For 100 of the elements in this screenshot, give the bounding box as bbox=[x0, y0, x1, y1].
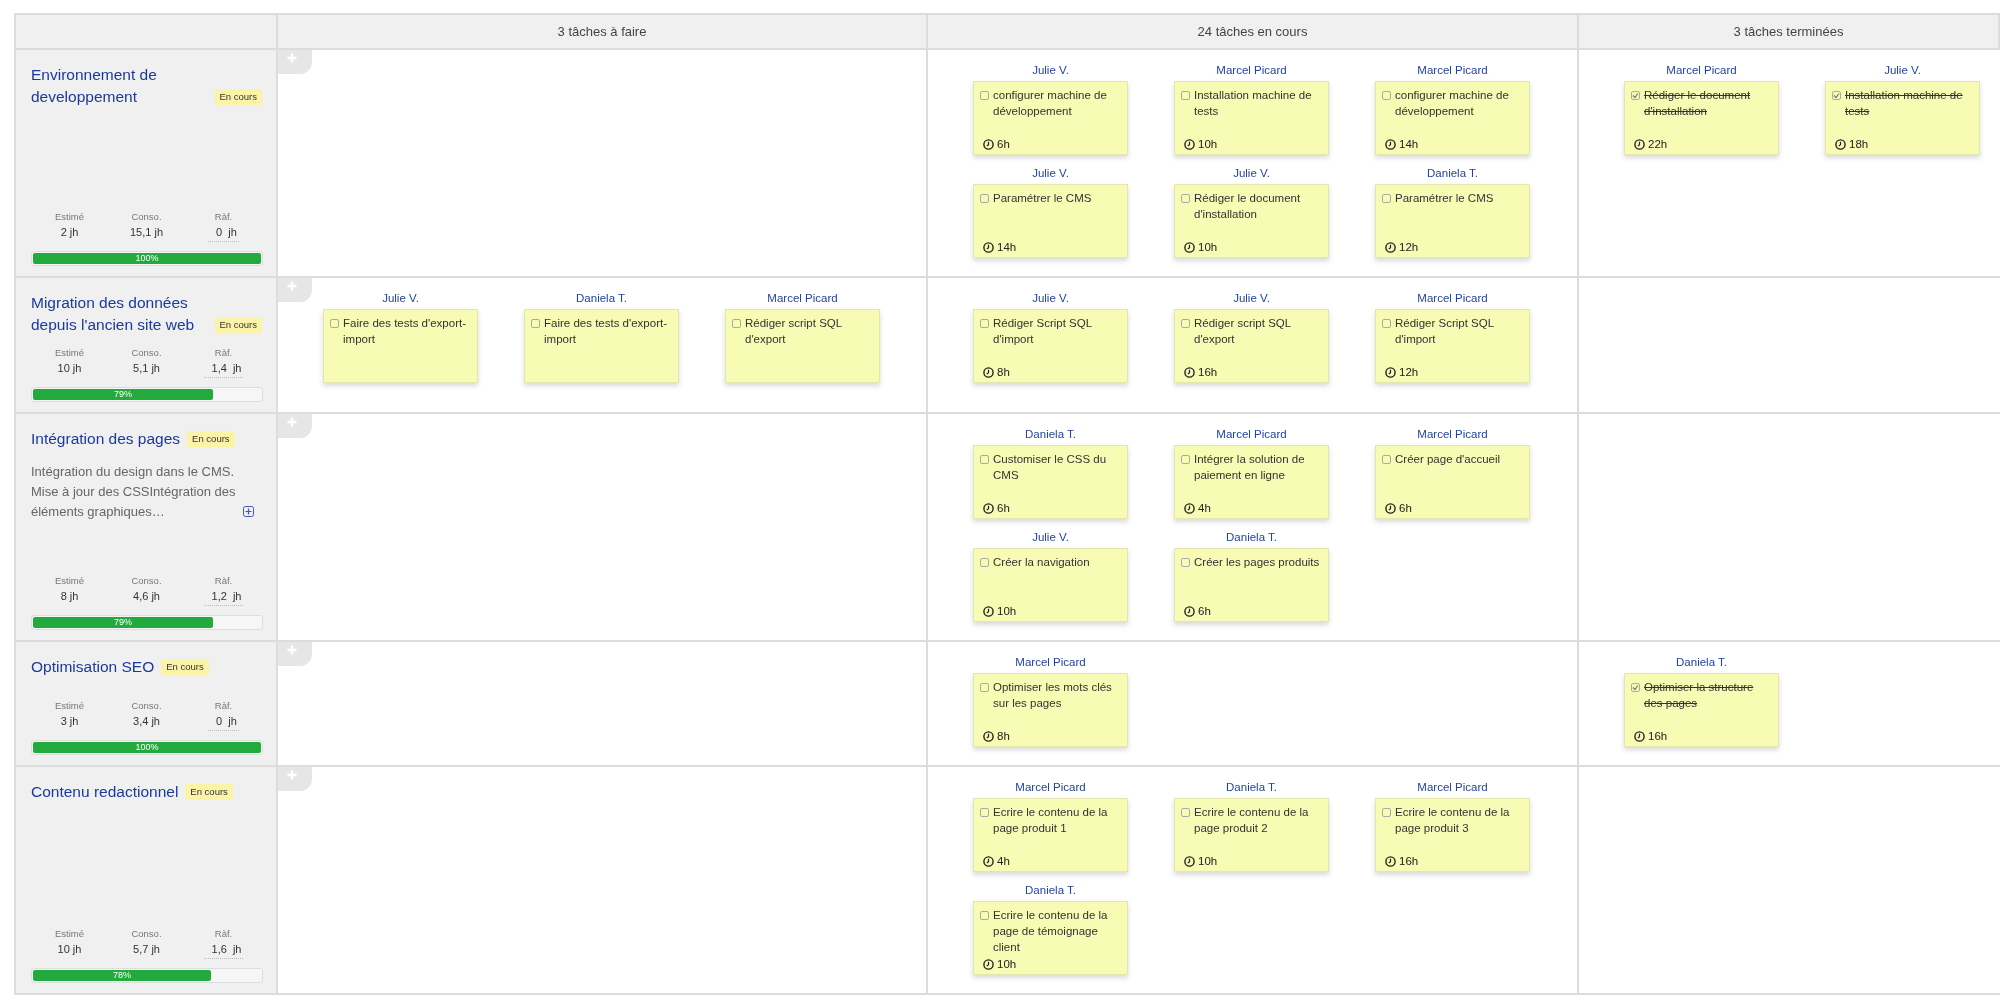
assignee-name[interactable]: Marcel Picard bbox=[1015, 779, 1086, 795]
task-card[interactable]: Rédiger le document d'installation 22h bbox=[1624, 81, 1779, 155]
task-card[interactable]: Optimiser les mots clés sur les pages 8h bbox=[973, 673, 1128, 747]
checkbox-icon[interactable] bbox=[980, 911, 989, 920]
task-title: Créer la navigation bbox=[993, 555, 1090, 570]
task-card[interactable]: Rédiger script SQL d'export bbox=[725, 309, 880, 383]
assignee-name[interactable]: Julie V. bbox=[382, 290, 419, 306]
task-card[interactable]: Ecrire le contenu de la page produit 1 4h bbox=[973, 798, 1128, 872]
assignee-name[interactable]: Daniela T. bbox=[1676, 654, 1727, 670]
checkbox-icon[interactable] bbox=[1382, 808, 1391, 817]
checkbox-icon[interactable] bbox=[1382, 194, 1391, 203]
checkbox-icon[interactable] bbox=[330, 319, 339, 328]
assignee-name[interactable]: Marcel Picard bbox=[1216, 426, 1287, 442]
task-title: Rédiger Script SQL d'import bbox=[1395, 316, 1495, 347]
stat-value-field[interactable]: 1,2 jh bbox=[203, 589, 244, 606]
assignee-name[interactable]: Julie V. bbox=[1032, 165, 1069, 181]
lane-title[interactable]: Intégration des pages bbox=[31, 428, 181, 450]
add-icon[interactable] bbox=[278, 767, 312, 791]
task-card[interactable]: Créer la navigation 10h bbox=[973, 548, 1128, 622]
checkbox-icon[interactable] bbox=[1181, 319, 1190, 328]
assignee-name[interactable]: Julie V. bbox=[1032, 529, 1069, 545]
task-card[interactable]: Créer les pages produits 6h bbox=[1174, 548, 1329, 622]
assignee-name[interactable]: Marcel Picard bbox=[1015, 654, 1086, 670]
assignee-name[interactable]: Daniela T. bbox=[1226, 529, 1277, 545]
checkbox-icon[interactable] bbox=[732, 319, 741, 328]
checkbox-icon[interactable] bbox=[980, 808, 989, 817]
lane-title[interactable]: Optimisation SEO bbox=[31, 656, 155, 678]
assignee-name[interactable]: Daniela T. bbox=[1025, 426, 1076, 442]
stat-value-field[interactable]: 1,6 jh bbox=[203, 942, 244, 959]
task-card[interactable]: configurer machine de développement 6h bbox=[973, 81, 1128, 155]
assignee-name[interactable]: Julie V. bbox=[1233, 290, 1270, 306]
lane-title[interactable]: Environnement de developpement bbox=[31, 64, 208, 108]
checkbox-icon[interactable] bbox=[1181, 808, 1190, 817]
checkbox-icon[interactable] bbox=[980, 683, 989, 692]
clock-icon bbox=[1835, 138, 1846, 150]
lane-title[interactable]: Contenu redactionnel bbox=[31, 781, 179, 803]
checkbox-icon[interactable] bbox=[980, 455, 989, 464]
task-card[interactable]: Ecrire le contenu de la page de témoignage client 10h bbox=[973, 901, 1128, 975]
lane-title[interactable]: Migration des données depuis l'ancien site web bbox=[31, 292, 208, 336]
assignee-name[interactable]: Julie V. bbox=[1032, 62, 1069, 78]
task-card[interactable]: Créer page d'accueil 6h bbox=[1375, 445, 1530, 519]
stat-value-field[interactable]: 1,4 jh bbox=[203, 361, 244, 378]
checkbox-icon[interactable] bbox=[980, 319, 989, 328]
assignee-name[interactable]: Marcel Picard bbox=[1417, 779, 1488, 795]
task-card[interactable]: Faire des tests d'export-import bbox=[524, 309, 679, 383]
assignee-name[interactable]: Marcel Picard bbox=[767, 290, 838, 306]
expand-icon[interactable] bbox=[243, 506, 254, 517]
checkbox-icon[interactable] bbox=[1181, 558, 1190, 567]
task-card[interactable]: Intégrer la solution de paiement en ligne 4h bbox=[1174, 445, 1329, 519]
task-card[interactable]: Optimiser la structure des pages 16h bbox=[1624, 673, 1779, 747]
checkbox-icon[interactable] bbox=[980, 558, 989, 567]
assignee-name[interactable]: Marcel Picard bbox=[1417, 62, 1488, 78]
add-icon[interactable] bbox=[278, 278, 312, 302]
task-card[interactable]: Installation machine de tests 18h bbox=[1825, 81, 1980, 155]
task-card[interactable]: configurer machine de développement 14h bbox=[1375, 81, 1530, 155]
add-icon[interactable] bbox=[278, 414, 312, 438]
assignee-name[interactable]: Marcel Picard bbox=[1417, 426, 1488, 442]
checkbox-icon[interactable] bbox=[980, 194, 989, 203]
task-card[interactable]: Rédiger Script SQL d'import 8h bbox=[973, 309, 1128, 383]
checkbox-icon[interactable] bbox=[1181, 455, 1190, 464]
task-card[interactable]: Installation machine de tests 10h bbox=[1174, 81, 1329, 155]
add-icon[interactable] bbox=[278, 50, 312, 74]
stat-value-field[interactable]: 0 jh bbox=[208, 225, 239, 242]
task-hours: 10h bbox=[1198, 240, 1218, 254]
task-card[interactable]: Rédiger Script SQL d'import 12h bbox=[1375, 309, 1530, 383]
checkbox-icon[interactable] bbox=[531, 319, 540, 328]
lane-description: Intégration du design dans le CMS. Mise à jour des CSSIntégration des éléments graphiques… bbox=[31, 463, 237, 521]
stat-value: 15,1 jh bbox=[130, 225, 163, 240]
checkbox-icon[interactable] bbox=[1181, 91, 1190, 100]
task-card[interactable]: Faire des tests d'export-import bbox=[323, 309, 478, 383]
stat-value: 5,7 jh bbox=[133, 942, 160, 957]
assignee-name[interactable]: Daniela T. bbox=[1025, 882, 1076, 898]
checkbox-icon[interactable] bbox=[1382, 91, 1391, 100]
task-card[interactable]: Paramétrer le CMS 12h bbox=[1375, 184, 1530, 258]
assignee-name[interactable]: Daniela T. bbox=[1226, 779, 1277, 795]
checkbox-icon[interactable] bbox=[1382, 455, 1391, 464]
assignee-name[interactable]: Julie V. bbox=[1884, 62, 1921, 78]
stat-value-field[interactable]: 0 jh bbox=[208, 714, 239, 731]
assignee-name[interactable]: Julie V. bbox=[1032, 290, 1069, 306]
checkbox-icon[interactable] bbox=[1382, 319, 1391, 328]
task-card[interactable]: Paramétrer le CMS 14h bbox=[973, 184, 1128, 258]
assignee-name[interactable]: Marcel Picard bbox=[1216, 62, 1287, 78]
assignee-name[interactable]: Daniela T. bbox=[1427, 165, 1478, 181]
checkbox-icon[interactable] bbox=[1181, 194, 1190, 203]
task-card[interactable]: Customiser le CSS du CMS 6h bbox=[973, 445, 1128, 519]
checkbox-icon[interactable] bbox=[1631, 683, 1640, 692]
checkbox-icon[interactable] bbox=[1832, 91, 1841, 100]
assignee-name[interactable]: Marcel Picard bbox=[1666, 62, 1737, 78]
task-card[interactable]: Ecrire le contenu de la page produit 2 10h bbox=[1174, 798, 1329, 872]
task-card[interactable]: Rédiger le document d'installation 10h bbox=[1174, 184, 1329, 258]
stat-label: Ràf. bbox=[214, 699, 233, 712]
assignee-name[interactable]: Julie V. bbox=[1233, 165, 1270, 181]
task-card[interactable]: Rédiger script SQL d'export 16h bbox=[1174, 309, 1329, 383]
stat-label: Ràf. bbox=[214, 574, 233, 587]
checkbox-icon[interactable] bbox=[980, 91, 989, 100]
add-icon[interactable] bbox=[278, 642, 312, 666]
assignee-name[interactable]: Marcel Picard bbox=[1417, 290, 1488, 306]
assignee-name[interactable]: Daniela T. bbox=[576, 290, 627, 306]
checkbox-icon[interactable] bbox=[1631, 91, 1640, 100]
task-card[interactable]: Ecrire le contenu de la page produit 3 16h bbox=[1375, 798, 1530, 872]
